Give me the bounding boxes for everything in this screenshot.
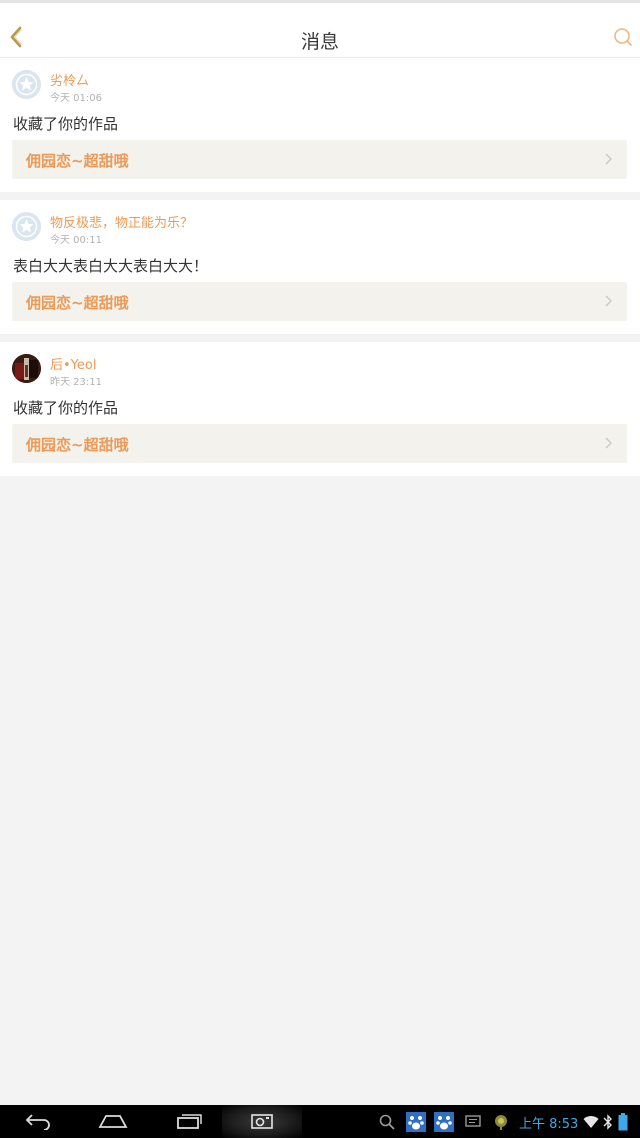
message-icon — [465, 1115, 481, 1127]
tray-baidu-2[interactable] — [433, 1111, 455, 1133]
nav-home-button[interactable] — [96, 1109, 130, 1133]
header-bar: 消息 — [0, 20, 640, 58]
work-title: 佣园恋~超甜哦 — [26, 294, 129, 312]
message-card: 后•Yeol 昨天 23:11 收藏了你的作品 佣园恋~超甜哦 — [0, 342, 640, 476]
battery-icon — [618, 1113, 628, 1131]
message-text: 收藏了你的作品 — [13, 399, 119, 417]
tray-message[interactable] — [463, 1111, 483, 1133]
work-title: 佣园恋~超甜哦 — [26, 436, 129, 454]
tray-baidu-1[interactable] — [405, 1111, 427, 1133]
notification-icon — [495, 1115, 507, 1130]
username[interactable]: 后•Yeol — [50, 354, 96, 373]
username[interactable]: 劣柃厶 — [50, 70, 89, 89]
avatar[interactable] — [12, 70, 41, 99]
tray-wifi — [582, 1111, 600, 1133]
username[interactable]: 物反极悲，物正能为乐？ — [50, 212, 193, 231]
nav-recents-button[interactable] — [172, 1109, 206, 1133]
avatar[interactable] — [12, 354, 41, 383]
work-title: 佣园恋~超甜哦 — [26, 152, 129, 170]
system-nav-bar: 上午 8:53 — [0, 1105, 640, 1138]
top-strip — [0, 0, 640, 20]
wifi-icon — [583, 1116, 599, 1128]
work-link[interactable]: 佣园恋~超甜哦 — [12, 282, 627, 321]
chevron-right-icon — [605, 153, 612, 165]
timestamp: 今天 01:06 — [50, 93, 102, 104]
chevron-right-icon — [605, 295, 612, 307]
timestamp: 今天 00:11 — [50, 235, 102, 246]
photo-avatar-icon — [12, 354, 41, 383]
message-text: 表白大大表白大大表白大大！ — [13, 257, 209, 275]
nav-screenshot-button[interactable] — [248, 1109, 276, 1133]
tray-bluetooth — [602, 1111, 614, 1133]
bluetooth-icon — [603, 1114, 612, 1130]
page-title: 消息 — [300, 31, 339, 53]
search-icon — [613, 27, 633, 51]
recents-icon — [177, 1114, 202, 1129]
search-icon — [379, 1114, 395, 1130]
work-link[interactable]: 佣园恋~超甜哦 — [12, 424, 627, 463]
nav-back-button[interactable] — [22, 1109, 54, 1133]
message-text: 收藏了你的作品 — [13, 115, 119, 133]
screenshot-icon — [251, 1114, 273, 1129]
clock[interactable]: 上午 8:53 — [519, 1113, 578, 1132]
work-link[interactable]: 佣园恋~超甜哦 — [12, 140, 627, 179]
baidu-paw-icon — [406, 1112, 426, 1132]
tray-notification[interactable] — [491, 1111, 511, 1133]
tray-search[interactable] — [378, 1111, 396, 1133]
timestamp: 昨天 23:11 — [50, 377, 102, 388]
tray-battery — [616, 1111, 630, 1133]
message-card: 物反极悲，物正能为乐？ 今天 00:11 表白大大表白大大表白大大！ 佣园恋~超… — [0, 200, 640, 334]
baidu-paw-icon — [434, 1112, 454, 1132]
avatar[interactable] — [12, 212, 41, 241]
search-button[interactable] — [612, 28, 634, 50]
default-star-avatar-icon — [12, 70, 41, 99]
message-card: 劣柃厶 今天 01:06 收藏了你的作品 佣园恋~超甜哦 — [0, 58, 640, 192]
home-icon — [98, 1115, 128, 1128]
back-icon — [25, 1114, 50, 1130]
default-star-avatar-icon — [12, 212, 41, 241]
chevron-right-icon — [605, 437, 612, 449]
